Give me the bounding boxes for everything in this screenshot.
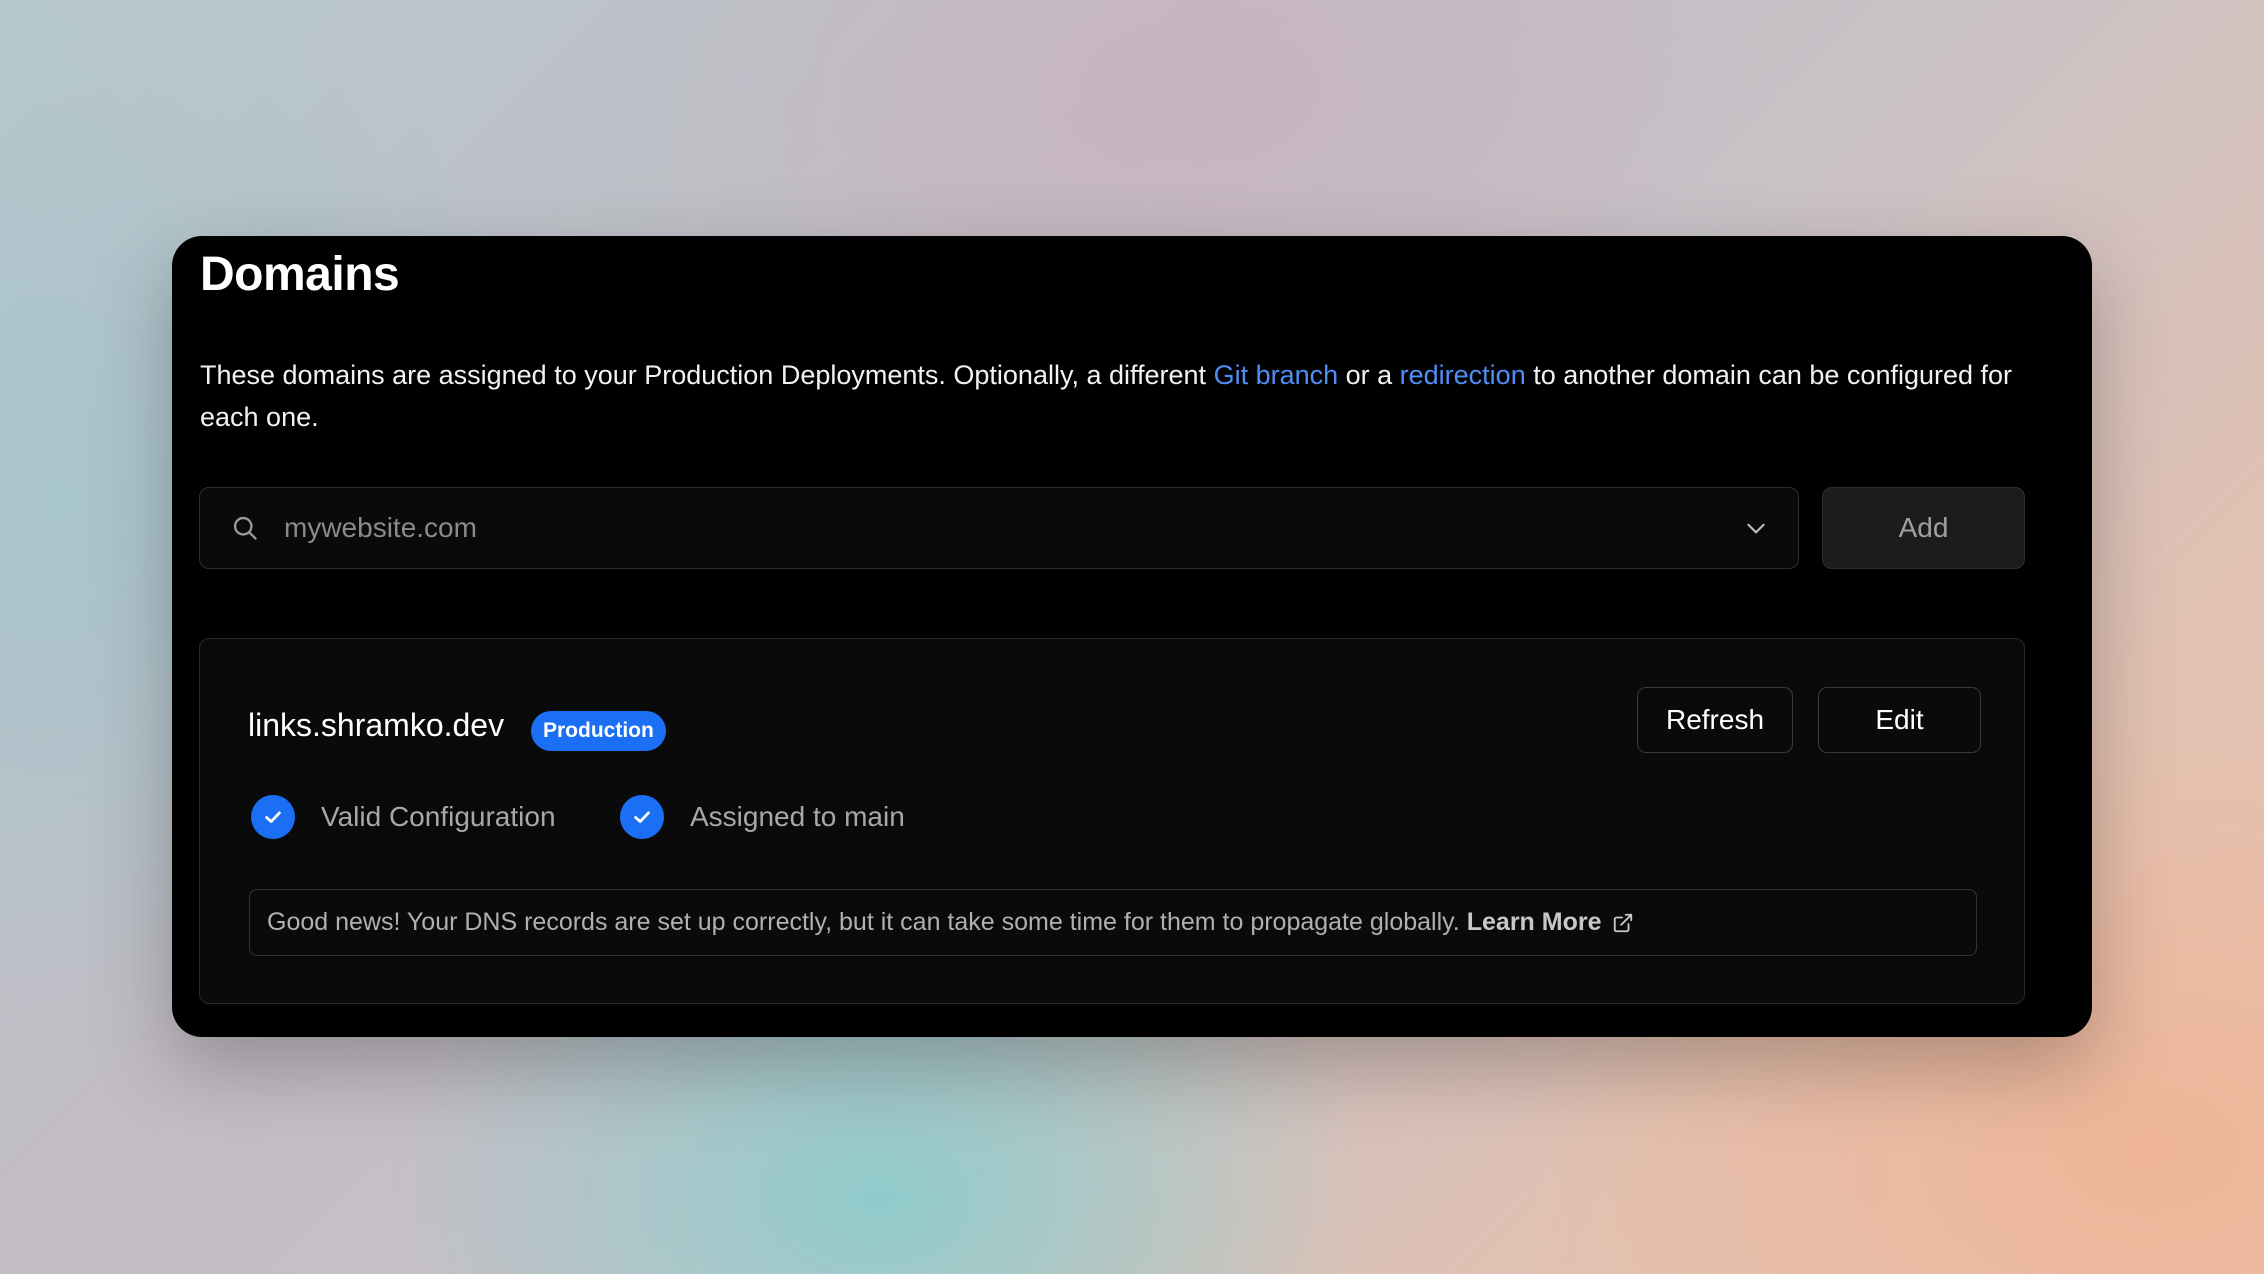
status-assigned-branch: Assigned to main — [620, 794, 905, 840]
domain-search-combobox[interactable] — [199, 487, 1799, 569]
notice-text: Good news! Your DNS records are set up c… — [267, 908, 1460, 936]
domain-name[interactable]: links.shramko.dev — [248, 707, 504, 744]
domain-search-input[interactable] — [282, 487, 1742, 569]
page-title: Domains — [200, 248, 400, 301]
description-text: or a — [1338, 360, 1400, 390]
status-label: Assigned to main — [690, 801, 905, 832]
domains-card: Domains These domains are assigned to yo… — [172, 236, 2092, 1037]
domains-description: These domains are assigned to your Produ… — [200, 354, 2040, 438]
check-icon — [620, 795, 664, 839]
add-domain-button[interactable]: Add — [1822, 487, 2025, 569]
learn-more-label: Learn More — [1466, 908, 1602, 936]
redirection-link[interactable]: redirection — [1400, 360, 1526, 390]
check-icon — [251, 795, 295, 839]
edit-button[interactable]: Edit — [1818, 687, 1981, 753]
learn-more-link[interactable]: Learn More — [1467, 908, 1635, 937]
status-valid-configuration: Valid Configuration — [251, 794, 556, 840]
description-text: These domains are assigned to your Produ… — [200, 360, 1214, 390]
dns-notice: Good news! Your DNS records are set up c… — [249, 889, 1977, 956]
search-icon — [230, 513, 260, 543]
chevron-down-icon[interactable] — [1742, 514, 1770, 542]
production-badge: Production — [531, 711, 666, 751]
status-label: Valid Configuration — [321, 801, 556, 832]
git-branch-link[interactable]: Git branch — [1214, 360, 1339, 390]
external-link-icon — [1611, 911, 1635, 935]
domain-panel: links.shramko.dev Production Refresh Edi… — [199, 638, 2025, 1004]
refresh-button[interactable]: Refresh — [1637, 687, 1793, 753]
